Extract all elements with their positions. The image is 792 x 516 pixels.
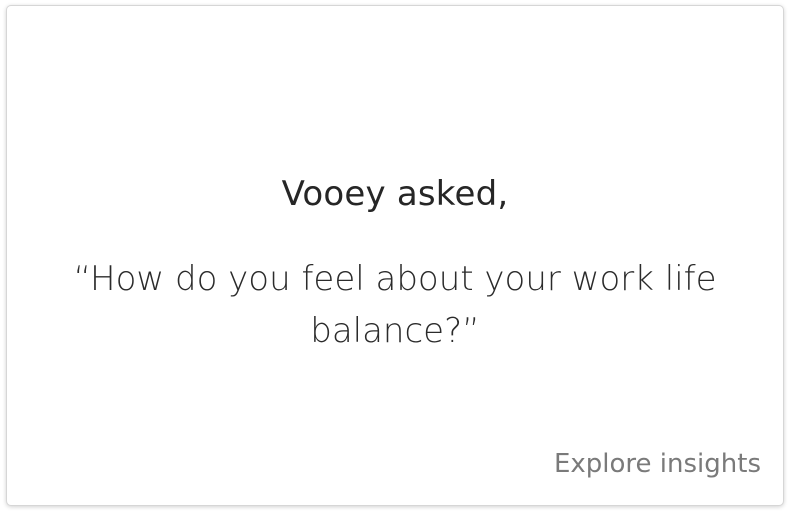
- question-text: “How do you feel about your work life ba…: [73, 259, 717, 351]
- explore-insights-link[interactable]: Explore insights: [554, 449, 761, 479]
- question-card: Vooey asked, “How do you feel about your…: [6, 5, 784, 506]
- asker-heading: Vooey asked,: [281, 174, 509, 214]
